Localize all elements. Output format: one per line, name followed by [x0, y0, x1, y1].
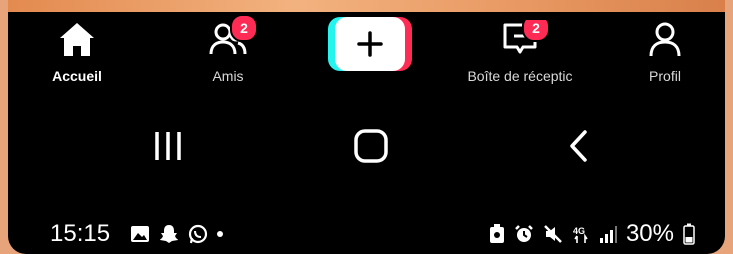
system-icons: 4G 30%	[489, 220, 695, 248]
friends-icon: 2	[208, 14, 258, 58]
svg-text:4G: 4G	[573, 226, 585, 236]
battery-icon	[683, 223, 695, 245]
tab-profile-label: Profil	[649, 68, 681, 84]
alarm-icon	[515, 225, 533, 242]
tab-friends[interactable]: 2 Amis	[193, 14, 263, 84]
home-icon	[57, 20, 97, 58]
recent-apps-button[interactable]	[138, 124, 198, 168]
profile-icon	[645, 20, 685, 58]
bottom-tab-bar: Accueil 2 Amis 2 Boîte de réceptic Profi…	[8, 12, 725, 92]
tab-home-label: Accueil	[52, 68, 102, 84]
create-button[interactable]	[328, 17, 412, 71]
more-notifications-dot	[217, 231, 223, 237]
tab-inbox-label: Boîte de réceptic	[467, 68, 573, 84]
gallery-icon	[131, 226, 149, 242]
plus-icon	[357, 31, 383, 57]
recent-apps-icon	[155, 132, 181, 160]
tab-profile[interactable]: Profil	[630, 20, 700, 84]
system-nav-bar	[8, 112, 725, 182]
status-bar: 15:15 4G 30%	[8, 214, 725, 254]
notification-icons	[130, 224, 223, 244]
mute-icon	[544, 225, 562, 243]
whatsapp-icon	[188, 224, 208, 244]
phone-screen: Accueil 2 Amis 2 Boîte de réceptic Profi…	[8, 0, 725, 254]
home-nav-button[interactable]	[341, 124, 401, 168]
battery-percent: 30%	[625, 220, 674, 247]
content-peek	[8, 0, 725, 12]
tab-friends-label: Amis	[212, 68, 244, 84]
network-4g-icon: 4G	[573, 226, 588, 243]
tab-inbox[interactable]: 2 Boîte de réceptic	[440, 20, 600, 84]
battery-saver-icon	[489, 224, 504, 243]
home-nav-icon	[354, 129, 388, 163]
back-icon	[570, 130, 587, 162]
back-button[interactable]	[548, 124, 608, 168]
clock: 15:15	[50, 220, 111, 247]
signal-icon	[599, 226, 617, 243]
inbox-icon: 2	[500, 20, 550, 58]
inbox-badge: 2	[522, 20, 550, 42]
friends-badge: 2	[230, 14, 258, 42]
snapchat-icon	[160, 225, 178, 243]
tab-home[interactable]: Accueil	[42, 20, 112, 84]
create-button-face	[335, 17, 405, 71]
